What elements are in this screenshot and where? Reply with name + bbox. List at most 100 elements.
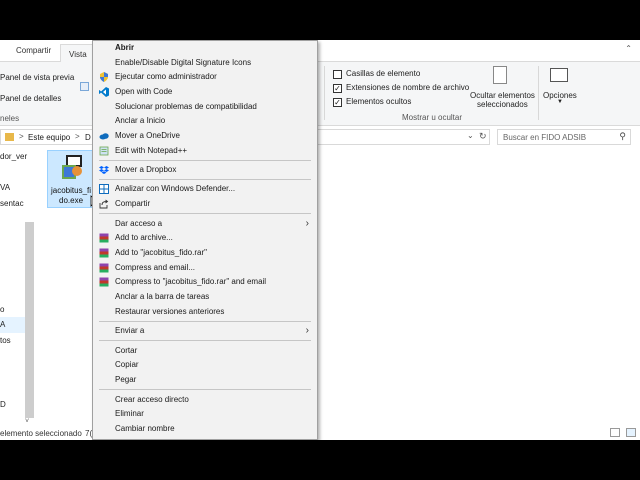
menu-item-dropbox[interactable]: Mover a Dropbox: [93, 163, 317, 177]
tab-vista[interactable]: Vista: [60, 44, 94, 63]
menu-separator: [99, 340, 311, 341]
refresh-icon[interactable]: ↻: [479, 131, 487, 142]
menu-item-give-access[interactable]: Dar acceso a ›: [93, 217, 317, 231]
menu-separator: [99, 321, 311, 322]
file-explorer-window: Compartir Vista ⌃ Panel de vista previa …: [0, 40, 640, 440]
exe-file-icon: [62, 155, 82, 179]
nav-item[interactable]: tos: [0, 336, 11, 345]
hide-selected-icon[interactable]: [493, 66, 507, 84]
menu-item-share[interactable]: Compartir: [93, 197, 317, 211]
item-checkboxes-checkbox[interactable]: [333, 70, 342, 79]
winrar-icon: [99, 248, 109, 258]
menu-item-copy[interactable]: Copiar: [93, 358, 317, 372]
nav-item[interactable]: A: [0, 320, 5, 329]
menu-item-label: Restaurar versiones anteriores: [115, 307, 225, 316]
file-name-line2: do.exe: [59, 196, 84, 205]
folder-icon: [5, 133, 14, 141]
vscode-icon: [99, 87, 109, 97]
layout-icon[interactable]: [80, 82, 89, 91]
file-extensions-checkbox[interactable]: ✓: [333, 84, 342, 93]
file-item-selected[interactable]: jacobitus_fi do.exe: [47, 150, 93, 208]
menu-item-label: Anclar a Inicio: [115, 116, 166, 125]
breadcrumb-este-equipo[interactable]: Este equipo: [28, 133, 70, 142]
menu-item-label: Pegar: [115, 375, 137, 384]
menu-item-compat[interactable]: Solucionar problemas de compatibilidad: [93, 100, 317, 114]
share-icon: [99, 199, 109, 209]
details-view-icon[interactable]: [610, 428, 620, 437]
menu-item-restore-versions[interactable]: Restaurar versiones anteriores: [93, 305, 317, 319]
menu-item-label: Edit with Notepad++: [115, 146, 188, 155]
menu-item-label: Mover a Dropbox: [115, 165, 177, 174]
menu-item-rename[interactable]: Cambiar nombre: [93, 422, 317, 436]
nav-item[interactable]: o: [0, 305, 4, 314]
nav-scrollbar[interactable]: [25, 222, 34, 418]
menu-item-defender[interactable]: Analizar con Windows Defender...: [93, 182, 317, 196]
menu-item-run-as-admin[interactable]: Ejecutar como administrador: [93, 70, 317, 84]
file-extensions-label: Extensiones de nombre de archivo: [346, 83, 470, 92]
scroll-down-icon[interactable]: ˅: [25, 418, 29, 425]
menu-item-cut[interactable]: Cortar: [93, 344, 317, 358]
hidden-items-label: Elementos ocultos: [346, 97, 412, 106]
details-pane-button[interactable]: Panel de detalles: [0, 94, 61, 103]
breadcrumb-drive[interactable]: D: [85, 133, 91, 142]
preview-pane-button[interactable]: Panel de vista previa: [0, 73, 74, 82]
winrar-icon: [99, 233, 109, 243]
defender-icon: [99, 184, 109, 194]
menu-item-abrir[interactable]: Abrir: [93, 41, 317, 55]
options-dropdown-icon[interactable]: ▼: [557, 99, 563, 105]
menu-item-label: Compartir: [115, 199, 151, 208]
menu-item-label: Enable/Disable Digital Signature Icons: [115, 58, 252, 67]
menu-item-pin-taskbar[interactable]: Anclar a la barra de tareas: [93, 290, 317, 304]
nav-item[interactable]: D: [0, 400, 6, 409]
options-icon[interactable]: [550, 68, 568, 82]
ribbon-divider: [538, 66, 539, 120]
menu-item-create-shortcut[interactable]: Crear acceso directo: [93, 393, 317, 407]
menu-item-pin-start[interactable]: Anclar a Inicio: [93, 114, 317, 128]
menu-item-label: Crear acceso directo: [115, 395, 189, 404]
menu-item-compress-email[interactable]: Compress and email...: [93, 261, 317, 275]
menu-item-notepad[interactable]: Edit with Notepad++: [93, 144, 317, 158]
menu-item-onedrive[interactable]: Mover a OneDrive: [93, 129, 317, 143]
hide-selected-label-line2[interactable]: seleccionados: [477, 100, 528, 109]
menu-item-paste[interactable]: Pegar: [93, 373, 317, 387]
chevron-down-icon[interactable]: ⌄: [467, 131, 474, 140]
hidden-items-checkbox[interactable]: ✓: [333, 98, 342, 107]
menu-separator: [99, 160, 311, 161]
search-placeholder: Buscar en FIDO ADSIB: [503, 133, 587, 142]
nav-item[interactable]: dor_ver: [0, 152, 27, 161]
menu-separator: [99, 213, 311, 214]
file-name-line1: jacobitus_fi: [51, 186, 92, 195]
menu-item-delete[interactable]: Eliminar: [93, 407, 317, 421]
hide-selected-label[interactable]: Ocultar elementos: [470, 91, 535, 100]
menu-separator: [99, 179, 311, 180]
search-icon: ⚲: [619, 131, 626, 141]
menu-item-label: Compress and email...: [115, 263, 196, 272]
menu-item-label: Add to "jacobitus_fido.rar": [115, 248, 207, 257]
menu-item-label: Eliminar: [115, 409, 144, 418]
status-text: elemento seleccionado: [0, 429, 82, 438]
tab-compartir[interactable]: Compartir: [16, 46, 51, 55]
menu-item-send-to[interactable]: Enviar a ›: [93, 324, 317, 338]
large-icons-view-icon[interactable]: [626, 428, 636, 437]
menu-item-add-archive[interactable]: Add to archive...: [93, 231, 317, 245]
menu-item-label: Copiar: [115, 360, 139, 369]
dropbox-icon: [99, 166, 109, 174]
onedrive-icon: [99, 133, 109, 140]
breadcrumb-separator: >: [75, 132, 80, 141]
menu-item-label: Mover a OneDrive: [115, 131, 180, 140]
menu-item-digital-signature[interactable]: Enable/Disable Digital Signature Icons: [93, 56, 317, 70]
menu-item-label: Cambiar nombre: [115, 424, 175, 433]
menu-item-label: Cortar: [115, 346, 138, 355]
search-input[interactable]: Buscar en FIDO ADSIB ⚲: [497, 129, 631, 145]
nav-item[interactable]: sentac: [0, 199, 24, 208]
menu-item-compress-rar-email[interactable]: Compress to "jacobitus_fido.rar" and ema…: [93, 275, 317, 289]
ribbon-collapse-icon[interactable]: ⌃: [625, 44, 632, 53]
menu-item-open-with-code[interactable]: Open with Code: [93, 85, 317, 99]
menu-item-label: Compress to "jacobitus_fido.rar" and ema…: [115, 277, 267, 286]
panels-group-label: neles: [0, 114, 20, 123]
menu-item-label: Ejecutar como administrador: [115, 72, 217, 81]
menu-item-label: Anclar a la barra de tareas: [115, 292, 210, 301]
menu-item-add-rar[interactable]: Add to "jacobitus_fido.rar": [93, 246, 317, 260]
nav-item[interactable]: VA: [0, 183, 10, 192]
showhide-group-label: Mostrar u ocultar: [402, 113, 463, 122]
